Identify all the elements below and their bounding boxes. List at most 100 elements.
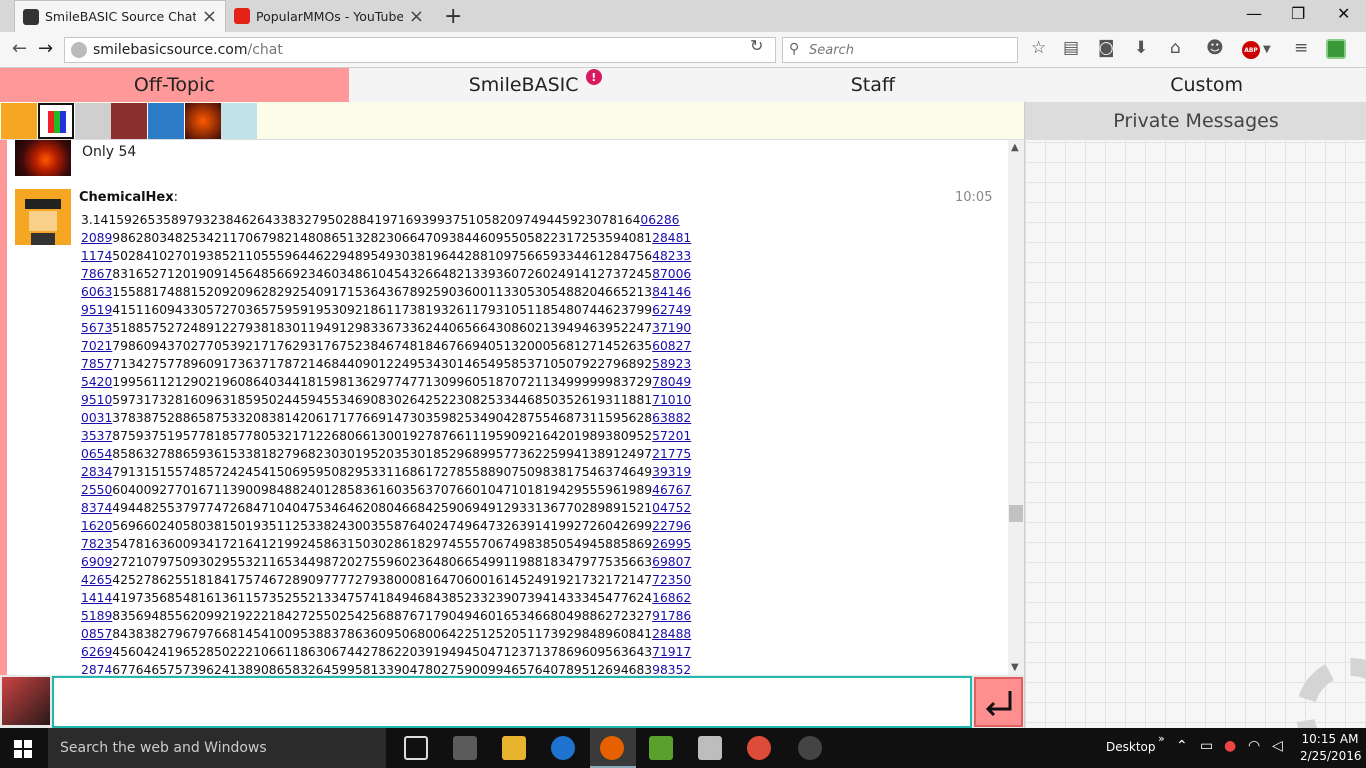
app-tray-icon[interactable]: ● (1224, 738, 1236, 754)
auto-link[interactable]: 9519 (81, 303, 112, 317)
auto-link[interactable]: 06286 (640, 213, 679, 227)
auto-link[interactable]: 7857 (81, 357, 112, 371)
close-tab-icon[interactable]: × (409, 6, 424, 27)
auto-link[interactable]: 91786 (652, 609, 691, 623)
minecraft-icon[interactable] (649, 736, 673, 760)
auto-link[interactable]: 7867 (81, 267, 112, 281)
auto-link[interactable]: 37190 (652, 321, 691, 335)
auto-link[interactable]: 0654 (81, 447, 112, 461)
auto-link[interactable]: 0031 (81, 411, 112, 425)
auto-link[interactable]: 57201 (652, 429, 691, 443)
auto-link[interactable]: 71010 (652, 393, 691, 407)
scrollbar-thumb[interactable] (1009, 505, 1023, 522)
user-avatar[interactable] (75, 103, 111, 139)
internet-explorer-icon[interactable] (551, 736, 575, 760)
auto-link[interactable]: 5673 (81, 321, 112, 335)
user-avatar[interactable] (185, 103, 221, 139)
scroll-up-icon[interactable]: ▲ (1011, 142, 1019, 153)
tab-off-topic[interactable]: Off-Topic (0, 68, 349, 102)
auto-link[interactable]: 04752 (652, 501, 691, 515)
chrome-icon[interactable] (747, 736, 771, 760)
wifi-icon[interactable]: ◠ (1248, 738, 1260, 754)
message-list[interactable]: Only 54 ChemicalHex: 10:05 3.14159265358… (7, 140, 1008, 675)
toolbar-expand-icon[interactable]: » (1158, 732, 1165, 745)
message-author[interactable]: ChemicalHex: (79, 190, 178, 205)
forward-arrow-icon[interactable]: → (38, 38, 53, 59)
tab-staff[interactable]: Staff (698, 68, 1048, 102)
abp-dropdown-icon[interactable]: ▼ (1263, 44, 1271, 55)
firefox-icon[interactable] (600, 736, 624, 760)
browser-tab-youtube[interactable]: PopularMMOs - YouTube × (226, 0, 432, 32)
auto-link[interactable]: 22796 (652, 519, 691, 533)
auto-link[interactable]: 6269 (81, 645, 112, 659)
task-view-icon[interactable] (404, 736, 428, 760)
close-tab-icon[interactable]: × (202, 6, 217, 27)
auto-link[interactable]: 98352 (652, 663, 691, 675)
auto-link[interactable]: 28481 (652, 231, 691, 245)
chat-smiley-icon[interactable]: ☻ (1206, 38, 1224, 58)
chat-message-input[interactable] (52, 676, 972, 728)
auto-link[interactable]: 2550 (81, 483, 112, 497)
pocket-icon[interactable]: ◙ (1098, 38, 1115, 58)
auto-link[interactable]: 48233 (652, 249, 691, 263)
auto-link[interactable]: 72350 (652, 573, 691, 587)
adblock-plus-icon[interactable]: ABP (1242, 41, 1260, 59)
auto-link[interactable]: 2089 (81, 231, 112, 245)
auto-link[interactable]: 28488 (652, 627, 691, 641)
volume-icon[interactable]: ◁ (1272, 738, 1283, 754)
auto-link[interactable]: 7823 (81, 537, 112, 551)
file-explorer-icon[interactable] (502, 736, 526, 760)
auto-link[interactable]: 6909 (81, 555, 112, 569)
user-avatar[interactable] (38, 103, 74, 139)
reload-icon[interactable]: ↻ (750, 36, 763, 55)
auto-link[interactable]: 1620 (81, 519, 112, 533)
scroll-down-icon[interactable]: ▼ (1011, 662, 1019, 673)
tray-chevron-up-icon[interactable]: ⌃ (1176, 738, 1188, 754)
close-window-icon[interactable]: ✕ (1337, 4, 1350, 23)
auto-link[interactable]: 1414 (81, 591, 112, 605)
battery-icon[interactable]: ▭ (1200, 738, 1213, 754)
auto-link[interactable]: 5420 (81, 375, 112, 389)
auto-link[interactable]: 6063 (81, 285, 112, 299)
auto-link[interactable]: 7021 (81, 339, 112, 353)
auto-link[interactable]: 62749 (652, 303, 691, 317)
auto-link[interactable]: 78049 (652, 375, 691, 389)
auto-link[interactable]: 46767 (652, 483, 691, 497)
user-avatar[interactable] (1, 103, 37, 139)
user-avatar[interactable] (221, 103, 257, 139)
reading-list-icon[interactable]: ▤ (1063, 38, 1079, 58)
bookmark-star-icon[interactable]: ☆ (1031, 38, 1046, 58)
windows-search-input[interactable]: Search the web and Windows (48, 728, 386, 768)
message-scrollbar[interactable]: ▲ ▼ (1008, 140, 1024, 675)
obs-icon[interactable] (798, 736, 822, 760)
auto-link[interactable]: 71917 (652, 645, 691, 659)
auto-link[interactable]: 21775 (652, 447, 691, 461)
desktop-toolbar-label[interactable]: Desktop (1106, 740, 1156, 754)
send-button[interactable] (974, 677, 1023, 727)
user-avatar[interactable] (15, 189, 71, 245)
auto-link[interactable]: 60827 (652, 339, 691, 353)
download-arrow-icon[interactable]: ⬇ (1134, 38, 1148, 58)
auto-link[interactable]: 5189 (81, 609, 112, 623)
restore-window-icon[interactable]: ❐ (1291, 4, 1305, 23)
minimize-window-icon[interactable]: — (1246, 4, 1262, 23)
tab-smilebasic[interactable]: SmileBASIC ! (348, 68, 699, 102)
hamburger-menu-icon[interactable]: ≡ (1294, 38, 1308, 58)
auto-link[interactable]: 87006 (652, 267, 691, 281)
url-bar[interactable]: smilebasicsource.com/chat (64, 37, 776, 63)
auto-link[interactable]: 2834 (81, 465, 112, 479)
auto-link[interactable]: 2874 (81, 663, 112, 675)
auto-link[interactable]: 4265 (81, 573, 112, 587)
home-icon[interactable]: ⌂ (1170, 38, 1181, 58)
extension-shield-icon[interactable] (1326, 39, 1346, 59)
auto-link[interactable]: 84146 (652, 285, 691, 299)
tab-custom[interactable]: Custom (1047, 68, 1366, 102)
user-avatar[interactable] (111, 103, 147, 139)
auto-link[interactable]: 63882 (652, 411, 691, 425)
taskbar-clock[interactable]: 10:15 AM 2/25/2016 (1300, 731, 1362, 765)
auto-link[interactable]: 16862 (652, 591, 691, 605)
auto-link[interactable]: 1174 (81, 249, 112, 263)
windows-start-icon[interactable] (14, 740, 32, 758)
auto-link[interactable]: 69807 (652, 555, 691, 569)
auto-link[interactable]: 58923 (652, 357, 691, 371)
